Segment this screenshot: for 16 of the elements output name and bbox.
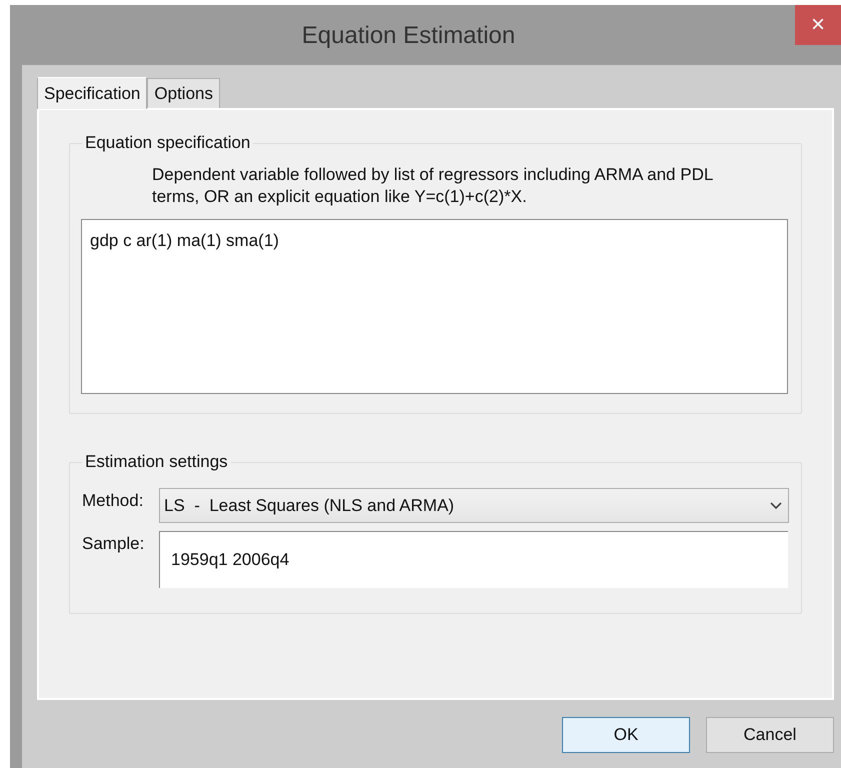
sample-label: Sample: bbox=[82, 533, 146, 555]
close-button[interactable]: × bbox=[795, 5, 841, 45]
window-title: Equation Estimation bbox=[300, 21, 516, 51]
group-legend: Estimation settings bbox=[82, 452, 231, 472]
dialog-button[interactable]: Cancel bbox=[706, 717, 834, 753]
group-legend: Equation specification bbox=[82, 133, 254, 153]
chevron-icon bbox=[770, 502, 782, 510]
description-text: Dependent variable followed by list of regressors including ARMA and PDL terms, OR an explicit equation like Y=c(1)+c(2)*X. bbox=[152, 164, 714, 208]
dialog-button[interactable]: OK bbox=[562, 717, 690, 753]
dropdown-value: LS - Least Squares (NLS and ARMA) bbox=[164, 494, 456, 517]
method-label: Method: bbox=[82, 490, 144, 512]
method-dropdown[interactable]: LS - Least Squares (NLS and ARMA) bbox=[159, 488, 789, 523]
tab[interactable]: Options bbox=[147, 78, 220, 108]
tab[interactable]: Specification bbox=[37, 77, 148, 109]
equation-field[interactable]: gdp c ar(1) ma(1) sma(1) bbox=[81, 219, 788, 394]
sample-field[interactable]: 1959q1 2006q4 bbox=[159, 531, 788, 588]
